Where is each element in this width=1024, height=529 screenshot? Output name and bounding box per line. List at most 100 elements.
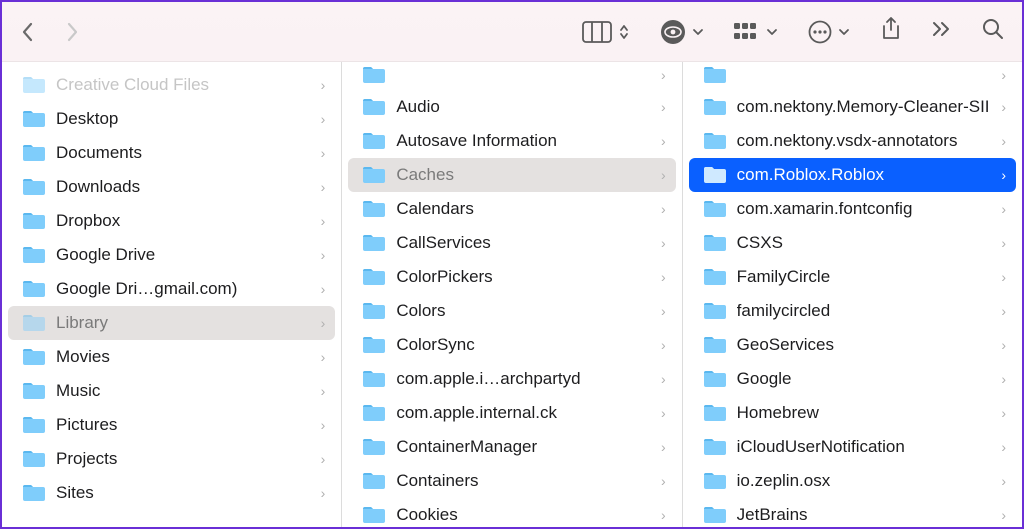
folder-row[interactable]: ColorPickers ›	[348, 260, 675, 294]
back-button[interactable]	[20, 20, 36, 44]
folder-row[interactable]: Colors›	[348, 294, 675, 328]
folder-icon	[22, 279, 46, 299]
folder-label: ColorPickers	[396, 267, 651, 287]
folder-row[interactable]: Google Dri…gmail.com)›	[8, 272, 335, 306]
folder-row[interactable]: Projects›	[8, 442, 335, 476]
folder-row[interactable]: Containers›	[348, 464, 675, 498]
folder-row[interactable]: Dropbox›	[8, 204, 335, 238]
group-by-button[interactable]	[734, 21, 778, 43]
folder-row[interactable]: com.Roblox.Roblox›	[689, 158, 1016, 192]
folder-row[interactable]: Autosave Information›	[348, 124, 675, 158]
chevron-right-icon: ›	[661, 439, 666, 455]
folder-icon	[362, 301, 386, 321]
folder-row[interactable]: com.nektony.Memory-Cleaner-SII ›	[689, 90, 1016, 124]
folder-row[interactable]: JetBrains›	[689, 498, 1016, 527]
folder-icon	[362, 335, 386, 355]
folder-icon	[362, 437, 386, 457]
folder-icon	[22, 449, 46, 469]
chevron-right-icon: ›	[321, 247, 326, 263]
folder-row[interactable]: Library›	[8, 306, 335, 340]
folder-label: Google	[737, 369, 992, 389]
folder-row[interactable]: Google Drive ›	[8, 238, 335, 272]
folder-row[interactable]: Homebrew›	[689, 396, 1016, 430]
folder-row[interactable]: ColorSync›	[348, 328, 675, 362]
chevron-right-icon: ›	[1001, 439, 1006, 455]
finder-body: Creative Cloud Files› Desktop› Documents…	[2, 62, 1022, 527]
folder-row[interactable]: Cookies›	[348, 498, 675, 527]
more-button[interactable]	[808, 20, 850, 44]
search-button[interactable]	[982, 18, 1004, 45]
folder-row[interactable]: Google ›	[689, 362, 1016, 396]
folder-label: JetBrains	[737, 505, 992, 525]
folder-row[interactable]: Music›	[8, 374, 335, 408]
folder-label: familycircled	[737, 301, 992, 321]
folder-icon	[703, 471, 727, 491]
folder-row[interactable]: Creative Cloud Files›	[8, 68, 335, 102]
folder-icon	[703, 335, 727, 355]
chevron-right-icon: ›	[1001, 67, 1006, 83]
folder-icon	[22, 415, 46, 435]
folder-row[interactable]: ›	[348, 62, 675, 90]
folder-row[interactable]: GeoServices›	[689, 328, 1016, 362]
folder-row[interactable]: familycircled›	[689, 294, 1016, 328]
folder-row[interactable]: Sites›	[8, 476, 335, 510]
folder-row[interactable]: CallServices›	[348, 226, 675, 260]
folder-icon	[703, 165, 727, 185]
folder-label: com.apple.i…archpartyd	[396, 369, 651, 389]
chevron-right-icon: ›	[321, 77, 326, 93]
chevron-right-icon: ›	[661, 269, 666, 285]
view-mode-button[interactable]	[582, 21, 630, 43]
folder-row[interactable]: ›	[689, 62, 1016, 90]
folder-row[interactable]: Movies›	[8, 340, 335, 374]
folder-label: Cookies	[396, 505, 651, 525]
folder-row[interactable]: com.apple.i…archpartyd›	[348, 362, 675, 396]
folder-icon	[22, 347, 46, 367]
folder-icon	[22, 143, 46, 163]
chevron-right-icon: ›	[661, 99, 666, 115]
chevron-right-icon: ›	[321, 383, 326, 399]
folder-label: Google Drive	[56, 245, 311, 265]
share-button[interactable]	[880, 16, 902, 47]
folder-row[interactable]: io.zeplin.osx›	[689, 464, 1016, 498]
column-0[interactable]: Creative Cloud Files› Desktop› Documents…	[2, 62, 342, 527]
overflow-button[interactable]	[932, 21, 952, 42]
preview-button[interactable]	[660, 19, 704, 45]
folder-icon	[22, 75, 46, 95]
folder-row[interactable]: ContainerManager›	[348, 430, 675, 464]
chevron-down-icon	[838, 26, 850, 38]
chevron-right-icon: ›	[321, 315, 326, 331]
chevron-right-icon: ›	[1001, 99, 1006, 115]
folder-icon	[703, 199, 727, 219]
folder-row[interactable]: Downloads›	[8, 170, 335, 204]
folder-label: Audio	[396, 97, 651, 117]
chevron-right-icon: ›	[1001, 269, 1006, 285]
folder-row[interactable]: com.apple.internal.ck›	[348, 396, 675, 430]
forward-button[interactable]	[64, 20, 80, 44]
folder-icon	[703, 369, 727, 389]
folder-row[interactable]: iCloudUserNotification›	[689, 430, 1016, 464]
folder-row[interactable]: Calendars›	[348, 192, 675, 226]
folder-row[interactable]: Desktop›	[8, 102, 335, 136]
folder-row[interactable]: Pictures›	[8, 408, 335, 442]
folder-row[interactable]: com.xamarin.fontconfig›	[689, 192, 1016, 226]
folder-label: Colors	[396, 301, 651, 321]
folder-icon	[703, 403, 727, 423]
chevron-right-icon: ›	[1001, 371, 1006, 387]
folder-row[interactable]: Caches›	[348, 158, 675, 192]
folder-label: com.nektony.Memory-Cleaner-SII	[737, 97, 992, 117]
column-2[interactable]: › com.nektony.Memory-Cleaner-SII › com.ne…	[683, 62, 1022, 527]
folder-icon	[22, 211, 46, 231]
folder-row[interactable]: Documents›	[8, 136, 335, 170]
folder-row[interactable]: com.nektony.vsdx-annotators›	[689, 124, 1016, 158]
chevron-right-icon: ›	[1001, 201, 1006, 217]
folder-icon	[362, 369, 386, 389]
chevron-right-icon: ›	[321, 485, 326, 501]
folder-row[interactable]: FamilyCircle›	[689, 260, 1016, 294]
folder-icon	[362, 65, 386, 85]
chevron-right-icon: ›	[321, 179, 326, 195]
chevron-right-icon: ›	[321, 349, 326, 365]
folder-row[interactable]: CSXS›	[689, 226, 1016, 260]
folder-row[interactable]: Audio ›	[348, 90, 675, 124]
column-1[interactable]: › Audio › Autosave Information› Caches› C…	[342, 62, 682, 527]
chevron-right-icon: ›	[321, 111, 326, 127]
